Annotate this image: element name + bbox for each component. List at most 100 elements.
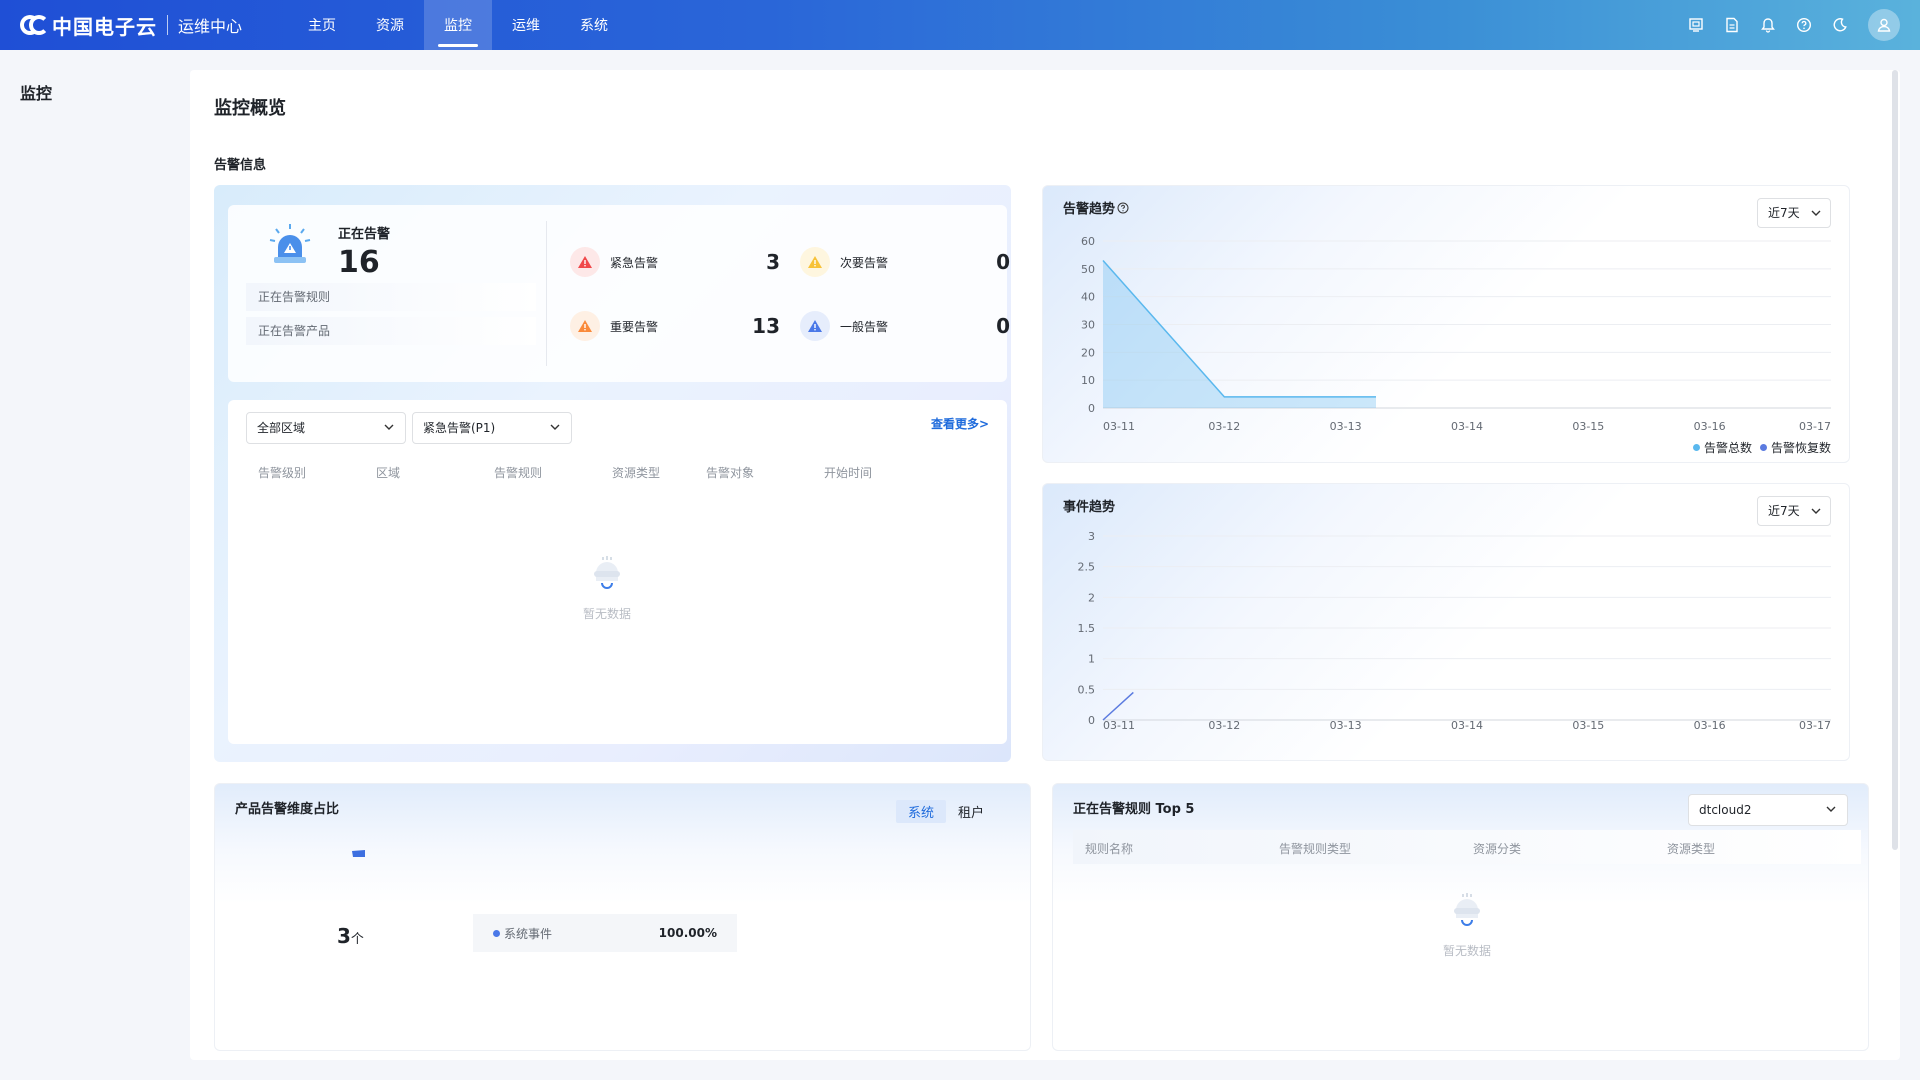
vertical-scrollbar[interactable]	[1892, 70, 1898, 850]
empty-data-icon	[1454, 893, 1480, 926]
moon-icon[interactable]	[1822, 7, 1858, 43]
product-alarm-ratio-card: 产品告警维度占比 系统 租户 3个 系统事件 100.00%	[214, 783, 1031, 1051]
ratio-total-count: 3个	[337, 924, 364, 948]
event-trend-chart: 0 0.5 1 1.5 2 2.5 3 03-11 03-12 03-13 03-14 03-15 03…	[1078, 530, 1831, 732]
x-tick-label: 03-16	[1694, 420, 1726, 433]
cluster-select[interactable]: dtcloud2	[1688, 794, 1848, 826]
user-icon	[1877, 18, 1891, 32]
x-tick-label: 03-17	[1799, 420, 1831, 433]
top-rules-title: 正在告警规则 Top 5	[1073, 802, 1195, 817]
view-more-link[interactable]: 查看更多>	[931, 415, 989, 432]
col-region: 区域	[376, 466, 401, 480]
pie-segment[interactable]	[349, 844, 369, 864]
series-area	[1103, 260, 1376, 408]
alarm-active-count[interactable]: 16	[338, 245, 380, 280]
alarm-info-panel: 正在告警 16 正在告警规则 正在告警产品 紧急告警 3 次要告警 0 重要告警…	[214, 185, 1011, 762]
ratio-legend-row[interactable]: 系统事件 100.00%	[473, 914, 737, 952]
y-tick-label: 30	[1081, 319, 1095, 332]
ratio-legend-percent: 100.00%	[658, 926, 717, 940]
chevron-down-icon	[383, 413, 395, 454]
nav-monitor[interactable]: 监控	[424, 0, 493, 50]
nav-operations[interactable]: 运维	[492, 0, 560, 50]
empty-data-icon	[594, 556, 620, 589]
brand-name: 中国电子云	[52, 14, 157, 39]
alarm-active-label: 正在告警	[338, 227, 391, 242]
help-icon[interactable]	[1786, 7, 1822, 43]
user-avatar[interactable]	[1868, 9, 1900, 41]
event-trend-card: 事件趋势 近7天 0 0.5 1 1.5 2 2.5 3 03-11 03-12 03-13 03-…	[1042, 483, 1850, 761]
x-tick-label: 03-16	[1694, 719, 1726, 732]
y-tick-label: 0	[1088, 402, 1095, 415]
x-tick-label: 03-12	[1208, 420, 1240, 433]
brand-divider	[167, 15, 168, 35]
col-alarm-level: 告警级别	[258, 466, 307, 480]
severity-major[interactable]: 重要告警 13	[570, 311, 780, 341]
x-tick-label: 03-17	[1799, 719, 1831, 732]
main-nav: 主页 资源 监控 运维 系统	[288, 0, 628, 50]
top-icons	[1678, 0, 1900, 50]
tab-system[interactable]: 系统	[895, 800, 946, 823]
severity-major-count: 13	[752, 314, 780, 338]
brand-logo[interactable]: 中国电子云 运维中心	[20, 0, 242, 50]
legend-total-dot	[1692, 444, 1700, 451]
y-tick-label: 1.5	[1078, 622, 1096, 635]
legend-total-label: 告警总数	[1703, 441, 1752, 455]
severity-minor-label: 次要告警	[840, 255, 889, 270]
severity-major-label: 重要告警	[610, 319, 659, 334]
legend-recovered-label: 告警恢复数	[1770, 441, 1831, 455]
nav-home[interactable]: 主页	[288, 0, 356, 50]
level-select-value: 紧急告警(P1)	[423, 421, 496, 435]
severity-minor[interactable]: 次要告警 0	[800, 247, 1010, 277]
severity-general-label: 一般告警	[840, 319, 889, 334]
ratio-legend-label: 系统事件	[504, 926, 553, 941]
alarm-products-row[interactable]: 正在告警产品	[246, 317, 536, 345]
col-rule-type: 告警规则类型	[1279, 842, 1352, 856]
x-tick-label: 03-15	[1572, 719, 1604, 732]
y-tick-label: 2	[1088, 591, 1095, 604]
alarm-trend-card: 告警趋势 近7天 0 10 20 30 40 50 60 03-11 03-12 03-13 03-…	[1042, 185, 1850, 463]
empty-text: 暂无数据	[583, 607, 632, 621]
severity-general[interactable]: 一般告警 0	[800, 311, 1010, 341]
y-tick-label: 50	[1081, 263, 1095, 276]
series-line	[1102, 691, 1134, 721]
y-tick-label: 40	[1081, 291, 1095, 304]
severity-critical[interactable]: 紧急告警 3	[570, 247, 780, 277]
col-resource-category: 资源分类	[1473, 842, 1522, 856]
col-resource-type: 资源类型	[1667, 842, 1716, 856]
ratio-count-unit: 个	[350, 932, 364, 947]
x-tick-label: 03-11	[1103, 719, 1135, 732]
top-rules-card: 正在告警规则 Top 5 dtcloud2 规则名称 告警规则类型 资源分类 资…	[1052, 783, 1869, 1051]
y-tick-label: 3	[1088, 530, 1095, 543]
col-alarm-rule: 告警规则	[494, 466, 543, 480]
x-tick-label: 03-13	[1330, 420, 1362, 433]
ratio-legend-dot	[493, 929, 500, 937]
cluster-select-value: dtcloud2	[1699, 803, 1752, 817]
legend-recovered[interactable]: 告警恢复数	[1759, 439, 1831, 456]
y-tick-label: 2.5	[1078, 561, 1096, 574]
alarm-summary-card: 正在告警 16 正在告警规则 正在告警产品 紧急告警 3 次要告警 0 重要告警…	[228, 205, 1010, 382]
col-rule-name: 规则名称	[1085, 842, 1134, 856]
screen-icon[interactable]	[1678, 7, 1714, 43]
critical-warning-icon	[570, 247, 600, 277]
alarm-rules-row[interactable]: 正在告警规则	[246, 283, 536, 311]
severity-minor-count: 0	[996, 250, 1010, 274]
alarm-trend-legend: 告警总数 告警恢复数	[1685, 439, 1831, 456]
x-tick-label: 03-15	[1572, 420, 1604, 433]
minor-warning-icon	[800, 247, 830, 277]
x-tick-label: 03-12	[1208, 719, 1240, 732]
x-tick-label: 03-13	[1330, 719, 1362, 732]
bell-icon[interactable]	[1750, 7, 1786, 43]
region-select[interactable]: 全部区域	[246, 412, 406, 444]
document-icon[interactable]	[1714, 7, 1750, 43]
major-warning-icon	[570, 311, 600, 341]
nav-resources[interactable]: 资源	[356, 0, 424, 50]
nav-system[interactable]: 系统	[560, 0, 628, 50]
tab-tenant[interactable]: 租户	[946, 800, 996, 823]
level-select[interactable]: 紧急告警(P1)	[412, 412, 572, 444]
x-tick-label: 03-14	[1451, 420, 1483, 433]
severity-general-count: 0	[996, 314, 1010, 338]
legend-total[interactable]: 告警总数	[1692, 439, 1752, 456]
cec-logo-icon	[20, 14, 49, 36]
y-tick-label: 10	[1081, 374, 1095, 387]
x-tick-label: 03-11	[1103, 420, 1135, 433]
